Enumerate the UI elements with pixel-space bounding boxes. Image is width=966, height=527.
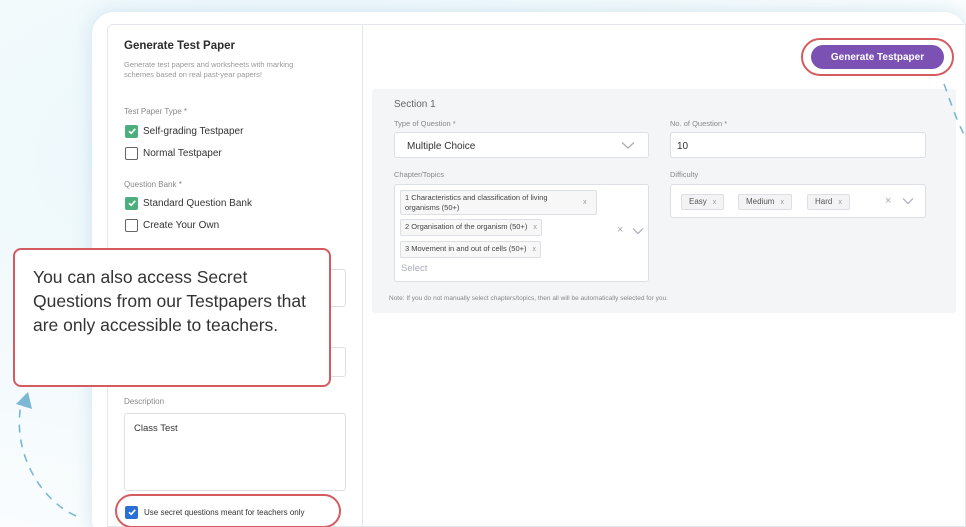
remove-tag-icon[interactable]: x xyxy=(533,246,537,253)
difficulty-tag[interactable]: Hard x xyxy=(807,194,850,210)
description-value: Class Test xyxy=(134,423,178,434)
tip-callout: You can also access Secret Questions fro… xyxy=(13,248,331,387)
remove-tag-icon[interactable]: x xyxy=(533,224,537,231)
remove-tag-icon[interactable]: x xyxy=(780,199,784,206)
option-create-own[interactable]: Create Your Own xyxy=(125,218,219,232)
description-textarea[interactable]: Class Test xyxy=(124,413,346,491)
section-editor: Generate Testpaper Section 1 Type of Que… xyxy=(364,25,965,526)
chapter-placeholder: Select xyxy=(401,263,428,274)
chapter-tag[interactable]: 2 Organisation of the organism (50+) x xyxy=(400,219,542,236)
clear-icon[interactable]: × xyxy=(885,195,891,207)
section-title: Section 1 xyxy=(394,99,436,110)
tip-text: You can also access Secret Questions fro… xyxy=(33,267,307,335)
chevron-down-icon[interactable] xyxy=(621,141,635,150)
highlight-ring xyxy=(115,494,341,527)
question-count-input[interactable]: 10 xyxy=(670,132,926,158)
page-subtitle: Generate test papers and worksheets with… xyxy=(124,60,294,79)
difficulty-tag[interactable]: Easy x xyxy=(681,194,725,210)
option-normal[interactable]: Normal Testpaper xyxy=(125,146,222,160)
checkbox-checked-icon[interactable] xyxy=(125,196,138,210)
difficulty-label: Difficulty xyxy=(670,170,699,179)
page-title: Generate Test Paper xyxy=(124,40,236,52)
checkbox-empty-icon[interactable] xyxy=(125,218,138,232)
generate-testpaper-button[interactable]: Generate Testpaper xyxy=(811,45,944,69)
question-type-value: Multiple Choice xyxy=(407,141,476,152)
section-note: Note: If you do not manually select chap… xyxy=(389,295,668,302)
remove-tag-icon[interactable]: x xyxy=(838,199,842,206)
chevron-down-icon[interactable] xyxy=(901,197,915,206)
question-count-value: 10 xyxy=(677,141,689,152)
chapter-tag[interactable]: 3 Movement in and out of cells (50+) x xyxy=(400,241,542,258)
option-standard-bank[interactable]: Standard Question Bank xyxy=(125,196,252,210)
question-type-label: Type of Question * xyxy=(394,119,456,128)
option-self-grading[interactable]: Self-grading Testpaper xyxy=(125,124,243,138)
option-label: Create Your Own xyxy=(143,219,220,231)
clear-icon[interactable]: × xyxy=(617,224,623,236)
description-label: Description xyxy=(124,397,165,406)
remove-tag-icon[interactable]: x xyxy=(713,199,717,206)
question-bank-label: Question Bank * xyxy=(124,180,182,189)
difficulty-multiselect[interactable]: Easy x Medium x Hard x × xyxy=(670,184,926,218)
chapter-multiselect[interactable]: 1 Characteristics and classification of … xyxy=(394,184,649,282)
section-panel: Section 1 Type of Question * Multiple Ch… xyxy=(372,89,956,313)
difficulty-tag[interactable]: Medium x xyxy=(738,194,792,210)
option-label: Standard Question Bank xyxy=(143,197,252,209)
option-label: Normal Testpaper xyxy=(143,147,222,159)
checkbox-empty-icon[interactable] xyxy=(125,146,138,160)
checkbox-checked-icon[interactable] xyxy=(125,124,138,138)
chapter-tag[interactable]: 1 Characteristics and classification of … xyxy=(400,190,597,215)
chapter-label: Chapter/Topics xyxy=(394,170,445,179)
question-count-label: No. of Question * xyxy=(670,119,728,128)
question-type-select[interactable]: Multiple Choice xyxy=(394,132,649,158)
remove-tag-icon[interactable]: x xyxy=(583,199,587,206)
chevron-down-icon[interactable] xyxy=(631,227,645,236)
option-label: Self-grading Testpaper xyxy=(143,125,244,137)
paper-type-label: Test Paper Type * xyxy=(124,107,187,116)
